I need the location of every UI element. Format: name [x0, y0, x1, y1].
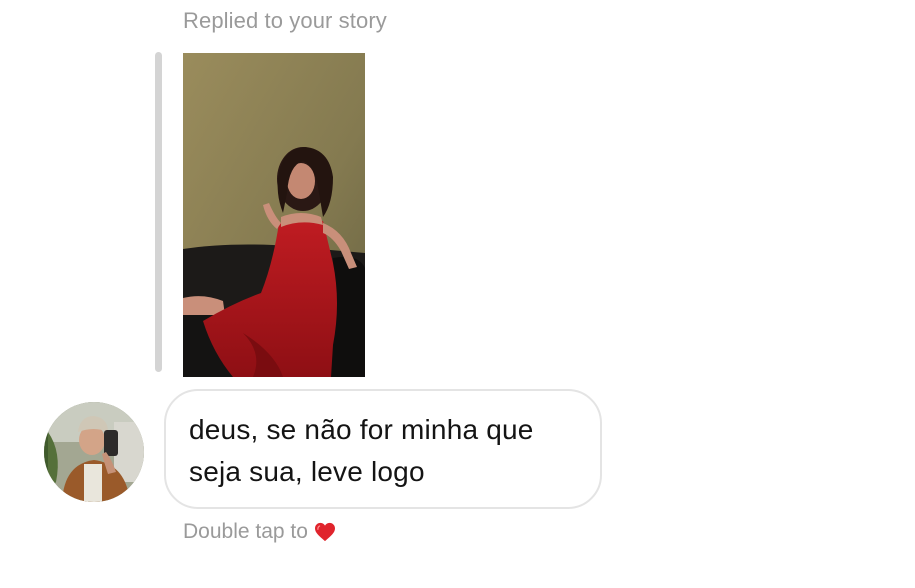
replied-to-story-label: Replied to your story: [183, 8, 387, 33]
double-tap-hint: Double tap to: [183, 520, 336, 544]
message-bubble[interactable]: deus, se não for minha que seja sua, lev…: [164, 389, 602, 509]
heart-icon[interactable]: [314, 522, 336, 542]
sender-avatar[interactable]: [44, 402, 144, 502]
reply-indicator-bar: [155, 52, 162, 372]
story-thumbnail[interactable]: [183, 53, 365, 377]
double-tap-label: Double tap to: [183, 520, 308, 543]
message-text: deus, se não for minha que seja sua, lev…: [189, 414, 534, 487]
